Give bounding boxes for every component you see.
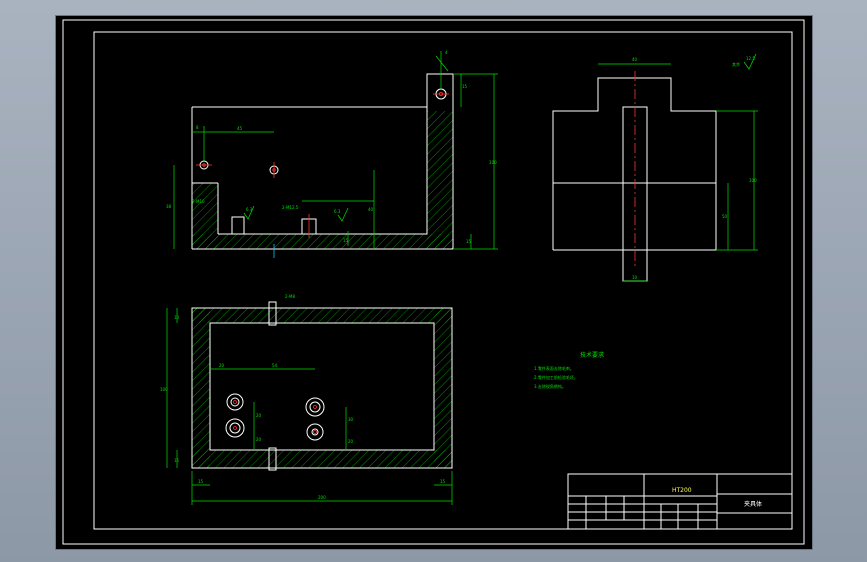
svg-text:20: 20 xyxy=(256,437,262,442)
svg-text:30: 30 xyxy=(348,417,354,422)
svg-text:8: 8 xyxy=(196,125,199,130)
svg-text:20: 20 xyxy=(348,439,354,444)
svg-text:50: 50 xyxy=(722,214,728,219)
svg-text:54: 54 xyxy=(272,363,278,368)
svg-text:100: 100 xyxy=(160,387,168,392)
svg-text:45: 45 xyxy=(237,126,243,131)
technical-notes: 技术要求 1.零件表面去除毛刺。 2.零件加工前检验毛坯。 3.去除锐角倒钝。 xyxy=(534,351,604,389)
svg-text:10: 10 xyxy=(174,315,180,320)
svg-text:HT200: HT200 xyxy=(672,487,692,494)
svg-text:2-M8: 2-M8 xyxy=(285,294,295,299)
svg-text:40: 40 xyxy=(632,57,638,62)
svg-text:15: 15 xyxy=(174,458,180,463)
front-view: 45 8 38 100 15 15 40 2-M10 2-M12.5 6.3 6… xyxy=(166,50,498,258)
svg-text:15: 15 xyxy=(466,239,472,244)
svg-text:100: 100 xyxy=(749,178,757,183)
svg-text:15: 15 xyxy=(343,238,349,243)
svg-text:100: 100 xyxy=(489,160,497,165)
svg-text:15: 15 xyxy=(462,84,468,89)
svg-text:其余: 其余 xyxy=(732,61,740,67)
cad-drawing: 45 8 38 100 15 15 40 2-M10 2-M12.5 6.3 6… xyxy=(62,19,805,545)
svg-text:2-M10: 2-M10 xyxy=(192,199,205,204)
svg-text:1.零件表面去除毛刺。: 1.零件表面去除毛刺。 xyxy=(534,365,574,371)
svg-text:夹具体: 夹具体 xyxy=(744,500,762,508)
svg-text:200: 200 xyxy=(318,495,326,500)
svg-text:38: 38 xyxy=(166,204,172,209)
drawing-canvas: 45 8 38 100 15 15 40 2-M10 2-M12.5 6.3 6… xyxy=(55,15,813,550)
svg-text:2-M12.5: 2-M12.5 xyxy=(282,205,299,210)
svg-text:技术要求: 技术要求 xyxy=(580,351,604,359)
svg-text:4: 4 xyxy=(445,50,448,55)
svg-text:6.3: 6.3 xyxy=(334,209,341,214)
svg-text:20: 20 xyxy=(256,413,262,418)
svg-text:10: 10 xyxy=(632,275,638,280)
side-view: 40 100 50 10 其余 12.5 xyxy=(552,53,758,282)
svg-text:15: 15 xyxy=(440,479,446,484)
svg-text:40: 40 xyxy=(368,207,374,212)
title-block: HT200 夹具体 xyxy=(567,473,793,530)
plan-view: 100 10 15 200 15 15 20 54 20 20 30 20 2-… xyxy=(160,294,453,505)
svg-text:3.去除锐角倒钝。: 3.去除锐角倒钝。 xyxy=(534,383,566,389)
svg-text:15: 15 xyxy=(198,479,204,484)
svg-text:2.零件加工前检验毛坯。: 2.零件加工前检验毛坯。 xyxy=(534,374,578,380)
svg-text:20: 20 xyxy=(219,363,225,368)
